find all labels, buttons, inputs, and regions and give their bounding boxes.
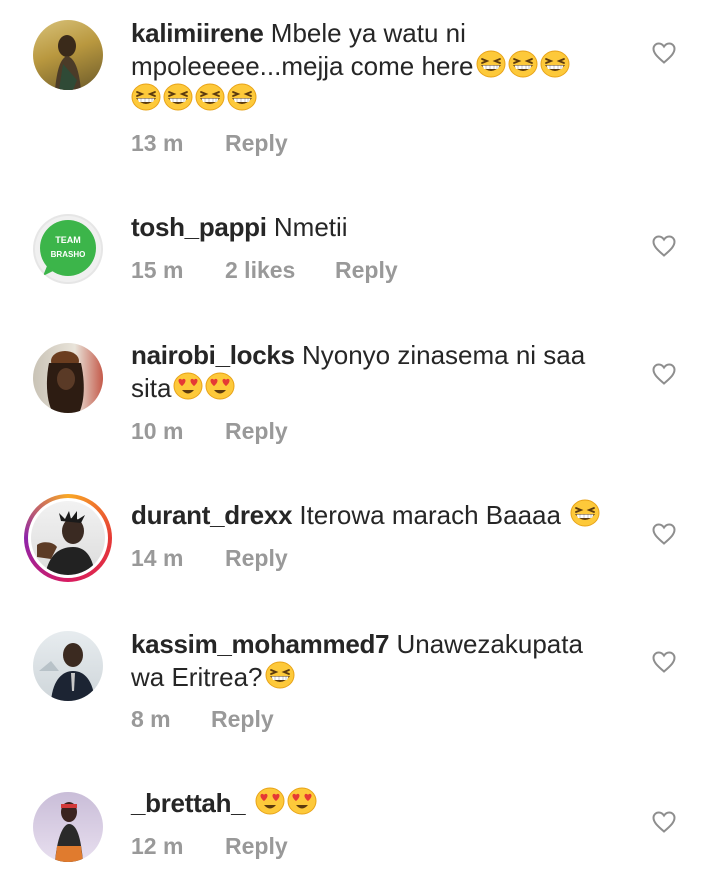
avatar-logo-text: TEAM — [55, 235, 81, 245]
avatar-logo: TEAM BRASHO — [35, 216, 101, 282]
like-heart-icon[interactable] — [652, 42, 676, 64]
like-heart-icon[interactable] — [652, 811, 676, 833]
comment-meta: 15 m 2 likes Reply — [131, 257, 398, 284]
grinning-squint-emoji — [570, 499, 600, 527]
grinning-squint-emoji — [163, 83, 193, 111]
timestamp: 14 m — [131, 545, 184, 571]
reply-button[interactable]: Reply — [225, 833, 288, 860]
comment-body: mpoleeeee...mejja come here — [131, 51, 474, 81]
comment-text: _brettah_ — [131, 787, 641, 820]
grinning-squint-emoji — [476, 50, 506, 78]
avatar-photo — [37, 511, 95, 575]
avatar-logo-text: BRASHO — [51, 250, 86, 259]
likes-count[interactable]: 2 likes — [225, 257, 335, 284]
username[interactable]: durant_drexx — [131, 500, 292, 530]
username[interactable]: kalimiirene — [131, 18, 264, 48]
timestamp: 10 m — [131, 418, 184, 444]
comment-body: Iterowa marach Baaaa — [299, 500, 561, 530]
avatar-photo — [46, 351, 84, 413]
grinning-squint-emoji — [227, 83, 257, 111]
avatar[interactable] — [33, 631, 103, 701]
comment-meta: 8 m Reply — [131, 706, 274, 733]
grinning-squint-emoji — [508, 50, 538, 78]
grinning-squint-emoji — [540, 50, 570, 78]
comment-body: wa Eritrea? — [131, 662, 263, 692]
like-heart-icon[interactable] — [652, 523, 676, 545]
heart-eyes-emoji — [255, 787, 285, 815]
reply-button[interactable]: Reply — [225, 545, 288, 572]
comment-meta: 14 m Reply — [131, 545, 288, 572]
comment-text: nairobi_locks Nyonyo zinasema ni saa sit… — [131, 339, 641, 405]
username[interactable]: kassim_mohammed7 — [131, 629, 390, 659]
comment-text: tosh_pappi Nmetii — [131, 211, 641, 244]
grinning-squint-emoji — [131, 83, 161, 111]
avatar — [31, 501, 105, 575]
grinning-squint-emoji — [195, 83, 225, 111]
avatar-photo — [55, 35, 81, 90]
like-heart-icon[interactable] — [652, 651, 676, 673]
reply-button[interactable]: Reply — [211, 706, 274, 733]
heart-eyes-emoji — [205, 372, 235, 400]
avatar[interactable] — [33, 792, 103, 862]
avatar[interactable] — [33, 343, 103, 413]
timestamp: 8 m — [131, 706, 171, 732]
reply-button[interactable]: Reply — [225, 130, 288, 157]
comment-meta: 12 m Reply — [131, 833, 288, 860]
username[interactable]: _brettah_ — [131, 788, 246, 818]
heart-eyes-emoji — [173, 372, 203, 400]
heart-eyes-emoji — [287, 787, 317, 815]
comments-list: kalimiirene Mbele ya watu ni mpoleeeee..… — [0, 0, 720, 870]
grinning-squint-emoji — [265, 661, 295, 689]
story-ring-avatar[interactable] — [24, 494, 112, 582]
reply-button[interactable]: Reply — [225, 418, 288, 445]
username[interactable]: nairobi_locks — [131, 340, 295, 370]
comment-text: durant_drexx Iterowa marach Baaaa — [131, 499, 641, 532]
reply-button[interactable]: Reply — [335, 257, 398, 284]
like-heart-icon[interactable] — [652, 363, 676, 385]
avatar-photo — [39, 643, 95, 701]
comment-meta: 10 m Reply — [131, 418, 288, 445]
timestamp: 12 m — [131, 833, 184, 859]
comment-text: kassim_mohammed7 Unawezakupata wa Eritre… — [131, 628, 641, 694]
avatar[interactable]: TEAM BRASHO — [33, 214, 103, 284]
like-heart-icon[interactable] — [652, 235, 676, 257]
avatar-photo — [55, 802, 83, 862]
comment-body: Unawezakupata — [396, 629, 583, 659]
avatar[interactable] — [33, 20, 103, 90]
comment-body: Mbele ya watu ni — [270, 18, 466, 48]
comment-body: sita — [131, 373, 172, 403]
comment-body: Nmetii — [273, 212, 348, 242]
username[interactable]: tosh_pappi — [131, 212, 267, 242]
timestamp: 13 m — [131, 130, 184, 156]
comment-meta: 13 m Reply — [131, 130, 288, 157]
comment-text: kalimiirene Mbele ya watu ni mpoleeeee..… — [131, 17, 641, 116]
timestamp: 15 m — [131, 257, 184, 283]
comment-body: Nyonyo zinasema ni saa — [301, 340, 586, 370]
